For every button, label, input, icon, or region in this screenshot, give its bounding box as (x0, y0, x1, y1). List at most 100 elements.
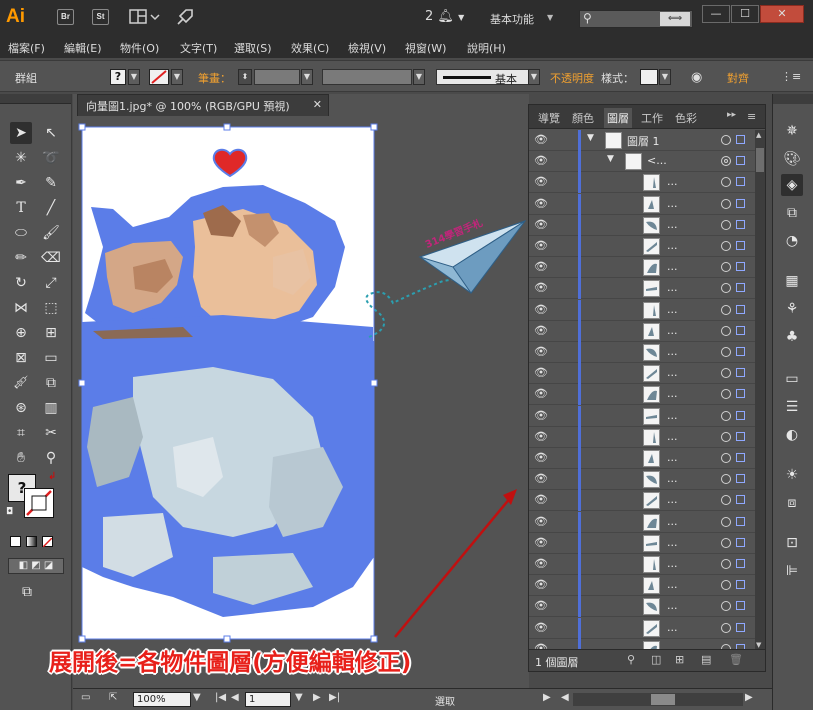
align-icon[interactable]: ⊫ (781, 560, 803, 582)
layer-item-row[interactable]: 👁︎... (529, 596, 755, 618)
close-tab-icon[interactable]: ✕ (313, 98, 322, 111)
selection-indicator-icon[interactable] (736, 325, 745, 335)
path-name[interactable]: ... (667, 515, 678, 528)
target-icon[interactable] (721, 368, 731, 379)
layer-item-row[interactable]: 👁︎... (529, 490, 755, 512)
gpu-icon[interactable]: ▭ (81, 692, 90, 703)
type-tool-icon[interactable]: T (10, 197, 32, 219)
eraser-tool-icon[interactable]: ⌫ (40, 247, 62, 269)
transparency-icon[interactable]: ◐ (781, 424, 803, 446)
make-clipping-mask-icon[interactable]: ◫ (651, 653, 661, 666)
target-icon[interactable] (721, 410, 731, 421)
menu-edit[interactable]: 編輯(E) (64, 40, 102, 56)
path-name[interactable]: ... (667, 239, 678, 252)
selection-indicator-icon[interactable] (736, 283, 745, 293)
minimize-button[interactable]: — (702, 5, 730, 23)
color-palette-icon[interactable]: 🎨︎ (781, 148, 803, 170)
layer-row[interactable]: 👁︎ ▼ 圖層 1 (529, 130, 755, 151)
visibility-eye-icon[interactable]: 👁︎ (534, 409, 548, 422)
target-icon[interactable] (721, 537, 731, 548)
layer-item-row[interactable]: 👁︎... (529, 363, 755, 385)
panel-menu-icon[interactable]: ≡ (747, 110, 756, 123)
gradient-tool-icon[interactable]: ▭ (40, 347, 62, 369)
selection-indicator-icon[interactable] (736, 156, 745, 166)
tab-swatches[interactable]: 色彩 (675, 110, 697, 126)
artboard-tool-icon[interactable]: ⌗ (10, 422, 32, 444)
target-icon[interactable] (721, 347, 731, 357)
path-name[interactable]: ... (667, 642, 678, 649)
selection-indicator-icon[interactable] (736, 219, 745, 229)
mesh-tool-icon[interactable]: ⊠ (10, 347, 32, 369)
default-colors-icon[interactable]: ◘ (6, 507, 13, 517)
direct-selection-tool-icon[interactable]: ↖ (40, 122, 62, 144)
paintbrush-tool-icon[interactable]: 🖌︎ (40, 222, 62, 244)
visibility-eye-icon[interactable]: 👁︎ (534, 133, 548, 146)
layer-item-row[interactable]: 👁︎... (529, 405, 755, 427)
tab-color[interactable]: 顏色 (572, 110, 594, 126)
path-name[interactable]: ... (667, 621, 678, 634)
menu-help[interactable]: 說明(H) (467, 40, 506, 56)
target-icon[interactable] (721, 431, 731, 442)
width-tool-icon[interactable]: ⋈ (10, 297, 32, 319)
curvature-tool-icon[interactable]: ✎ (40, 172, 62, 194)
menu-object[interactable]: 物件(O) (120, 40, 159, 56)
stroke-weight-stepper[interactable]: ⬍ (238, 69, 252, 85)
layer-item-row[interactable]: 👁︎... (529, 554, 755, 575)
path-name[interactable]: ... (667, 472, 678, 485)
visibility-eye-icon[interactable]: 👁︎ (534, 218, 548, 231)
align-label[interactable]: 對齊 (727, 70, 749, 86)
path-name[interactable]: ... (667, 599, 678, 612)
color-guide-icon[interactable]: ◔ (781, 230, 803, 252)
first-page-icon[interactable]: |◀ (215, 692, 226, 703)
target-icon[interactable] (721, 135, 731, 145)
stroke-weight-field[interactable] (254, 69, 300, 85)
layers-icon[interactable]: ◈ (781, 174, 803, 196)
selection-indicator-icon[interactable] (736, 474, 745, 484)
menu-type[interactable]: 文字(T) (180, 40, 217, 56)
visibility-eye-icon[interactable]: 👁︎ (534, 197, 548, 210)
swap-icon[interactable]: ↲ (48, 471, 56, 482)
selection-indicator-icon[interactable] (736, 559, 745, 568)
layer-item-row[interactable]: 👁︎... (529, 638, 755, 649)
tools-panel-header[interactable] (0, 94, 71, 104)
artwork[interactable] (73, 117, 529, 688)
layer-item-row[interactable]: 👁︎... (529, 257, 755, 279)
gradient-icon[interactable]: ▭ (781, 368, 803, 390)
magic-wand-tool-icon[interactable]: ✳ (10, 147, 32, 169)
page-dropdown-icon[interactable]: ▼ (295, 692, 303, 703)
navigator-icon[interactable]: ✵ (781, 120, 803, 142)
bridge-button[interactable]: Br (57, 9, 74, 25)
brush-definition[interactable]: 基本 (436, 69, 540, 86)
layer-item-row[interactable]: 👁︎... (529, 172, 755, 194)
visibility-eye-icon[interactable]: 👁︎ (534, 366, 548, 379)
graphic-styles-icon[interactable]: ⧈ (781, 492, 803, 514)
selection-indicator-icon[interactable] (736, 431, 745, 441)
path-name[interactable]: ... (667, 578, 678, 591)
search-go-button[interactable]: ⟺ (660, 12, 690, 26)
pencil-tool-icon[interactable]: ✏ (10, 247, 32, 269)
menu-window[interactable]: 視窗(W) (405, 40, 446, 56)
search-input[interactable]: ⚲ ⟺ (579, 10, 693, 28)
symbols-icon[interactable]: ♣ (781, 326, 803, 348)
graphic-style-dropdown[interactable]: ▼ (659, 69, 671, 85)
hand-tool-icon[interactable]: ✋︎ (10, 447, 32, 469)
graphic-style-swatch[interactable] (640, 69, 658, 85)
selection-indicator-icon[interactable] (736, 177, 745, 187)
control-menu-icon[interactable]: ⋮≡ (781, 70, 801, 83)
visibility-eye-icon[interactable]: 👁︎ (534, 451, 548, 464)
target-icon[interactable] (721, 219, 731, 230)
visibility-eye-icon[interactable]: 👁︎ (534, 387, 548, 400)
selection-indicator-icon[interactable] (736, 241, 745, 250)
visibility-eye-icon[interactable]: 👁︎ (534, 239, 548, 252)
delete-layer-icon[interactable]: 🗑︎ (729, 653, 743, 666)
stroke-swatch[interactable] (149, 69, 169, 85)
path-name[interactable]: ... (667, 536, 678, 549)
slice-tool-icon[interactable]: ✂ (40, 422, 62, 444)
group-name[interactable]: <... (647, 154, 667, 167)
layer-item-row[interactable]: 👁︎... (529, 532, 755, 554)
path-name[interactable]: ... (667, 451, 678, 464)
scale-tool-icon[interactable]: ⤢ (40, 272, 62, 294)
layer-item-row[interactable]: 👁︎... (529, 575, 755, 597)
layer-item-row[interactable]: 👁︎... (529, 278, 755, 300)
selection-indicator-icon[interactable] (736, 347, 745, 356)
